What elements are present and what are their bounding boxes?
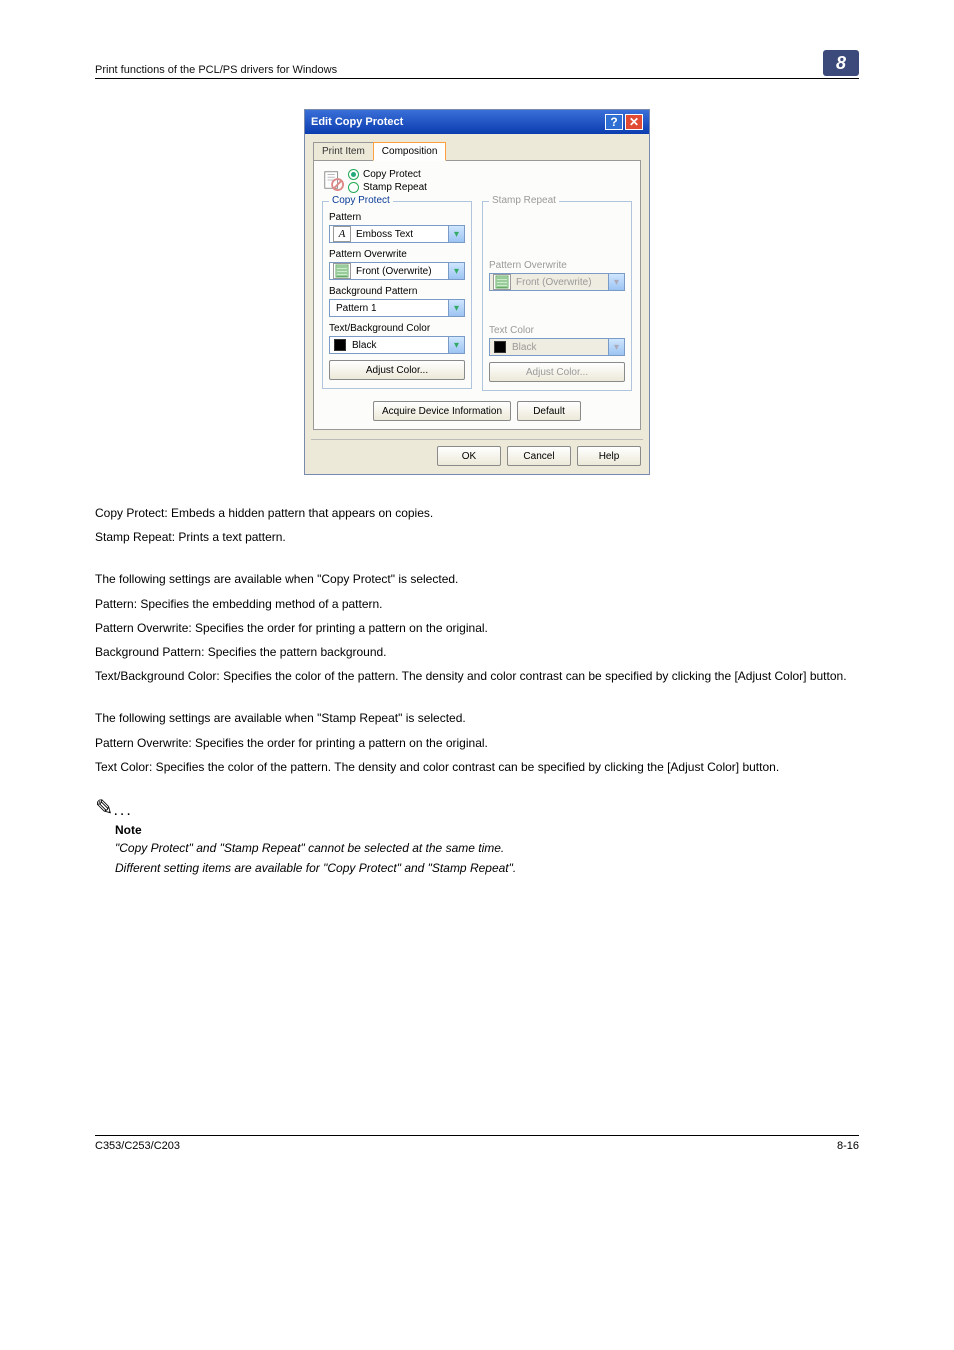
edit-copy-protect-dialog: Edit Copy Protect ? ✕ Print Item Composi… bbox=[304, 109, 650, 475]
text-bg-color-label: Text/Background Color bbox=[329, 323, 465, 334]
stamp-repeat-group: Stamp Repeat Pattern Overwrite Front (Ov… bbox=[482, 201, 632, 391]
tab-print-item[interactable]: Print Item bbox=[313, 142, 374, 161]
background-pattern-combo[interactable]: Pattern 1 bbox=[329, 299, 465, 317]
text-pattern-icon: A bbox=[333, 226, 351, 242]
default-button[interactable]: Default bbox=[517, 401, 581, 421]
copy-protect-legend: Copy Protect bbox=[329, 195, 393, 206]
body-paragraph: The following settings are available whe… bbox=[95, 571, 859, 587]
text-bg-color-value: Black bbox=[350, 340, 448, 351]
ok-button[interactable]: OK bbox=[437, 446, 501, 466]
radio-copy-protect[interactable] bbox=[348, 169, 359, 180]
note-text: Different setting items are available fo… bbox=[115, 861, 859, 875]
sr-pattern-overwrite-value: Front (Overwrite) bbox=[514, 277, 608, 288]
pattern-combo[interactable]: A Emboss Text bbox=[329, 225, 465, 243]
body-paragraph: Pattern: Specifies the embedding method … bbox=[95, 596, 859, 612]
body-paragraph: Text/Background Color: Specifies the col… bbox=[95, 668, 859, 684]
header-section-title: Print functions of the PCL/PS drivers fo… bbox=[95, 64, 337, 76]
copy-protect-icon bbox=[322, 169, 344, 191]
help-button[interactable]: Help bbox=[577, 446, 641, 466]
footer-page: 8-16 bbox=[837, 1140, 859, 1152]
cancel-button[interactable]: Cancel bbox=[507, 446, 571, 466]
pattern-value: Emboss Text bbox=[354, 229, 448, 240]
dialog-titlebar: Edit Copy Protect ? ✕ bbox=[305, 110, 649, 134]
overwrite-icon bbox=[333, 263, 351, 279]
body-paragraph: Copy Protect: Embeds a hidden pattern th… bbox=[95, 505, 859, 521]
note-heading: Note bbox=[115, 823, 859, 837]
background-pattern-value: Pattern 1 bbox=[330, 303, 448, 314]
acquire-device-info-button[interactable]: Acquire Device Information bbox=[373, 401, 511, 421]
text-bg-color-combo[interactable]: Black bbox=[329, 336, 465, 354]
chevron-down-icon bbox=[448, 263, 464, 279]
sr-pattern-overwrite-combo: Front (Overwrite) bbox=[489, 273, 625, 291]
chevron-down-icon bbox=[608, 274, 624, 290]
radio-stamp-repeat-label: Stamp Repeat bbox=[363, 182, 427, 193]
color-swatch-icon bbox=[494, 341, 506, 353]
radio-stamp-repeat[interactable] bbox=[348, 182, 359, 193]
close-icon[interactable]: ✕ bbox=[625, 114, 643, 130]
page-footer: C353/C253/C203 8-16 bbox=[95, 1135, 859, 1152]
note-text: "Copy Protect" and "Stamp Repeat" cannot… bbox=[115, 841, 859, 855]
stamp-repeat-legend: Stamp Repeat bbox=[489, 195, 559, 206]
sr-adjust-color-button: Adjust Color... bbox=[489, 362, 625, 382]
sr-text-color-value: Black bbox=[510, 342, 608, 353]
copy-protect-group: Copy Protect Pattern A Emboss Text Patte… bbox=[322, 201, 472, 389]
chapter-number: 8 bbox=[823, 50, 859, 76]
tab-strip: Print Item Composition bbox=[313, 142, 641, 161]
body-paragraph: Background Pattern: Specifies the patter… bbox=[95, 644, 859, 660]
tab-composition[interactable]: Composition bbox=[373, 142, 447, 161]
color-swatch-icon bbox=[334, 339, 346, 351]
dialog-title: Edit Copy Protect bbox=[311, 116, 403, 128]
help-icon[interactable]: ? bbox=[605, 114, 623, 130]
body-paragraph: Pattern Overwrite: Specifies the order f… bbox=[95, 620, 859, 636]
adjust-color-button[interactable]: Adjust Color... bbox=[329, 360, 465, 380]
page-header: Print functions of the PCL/PS drivers fo… bbox=[95, 50, 859, 79]
chevron-down-icon bbox=[448, 226, 464, 242]
body-paragraph: The following settings are available whe… bbox=[95, 710, 859, 726]
chevron-down-icon bbox=[608, 339, 624, 355]
sr-text-color-combo: Black bbox=[489, 338, 625, 356]
note-icon: ✎... bbox=[95, 795, 859, 821]
pattern-overwrite-label: Pattern Overwrite bbox=[329, 249, 465, 260]
overwrite-icon bbox=[493, 274, 511, 290]
pattern-overwrite-combo[interactable]: Front (Overwrite) bbox=[329, 262, 465, 280]
sr-text-color-label: Text Color bbox=[489, 325, 625, 336]
pattern-overwrite-value: Front (Overwrite) bbox=[354, 266, 448, 277]
body-paragraph: Stamp Repeat: Prints a text pattern. bbox=[95, 529, 859, 545]
sr-pattern-overwrite-label: Pattern Overwrite bbox=[489, 260, 625, 271]
footer-model: C353/C253/C203 bbox=[95, 1140, 180, 1152]
chevron-down-icon bbox=[448, 300, 464, 316]
body-paragraph: Text Color: Specifies the color of the p… bbox=[95, 759, 859, 775]
chevron-down-icon bbox=[448, 337, 464, 353]
background-pattern-label: Background Pattern bbox=[329, 286, 465, 297]
pattern-label: Pattern bbox=[329, 212, 465, 223]
body-paragraph: Pattern Overwrite: Specifies the order f… bbox=[95, 735, 859, 751]
radio-copy-protect-label: Copy Protect bbox=[363, 169, 421, 180]
